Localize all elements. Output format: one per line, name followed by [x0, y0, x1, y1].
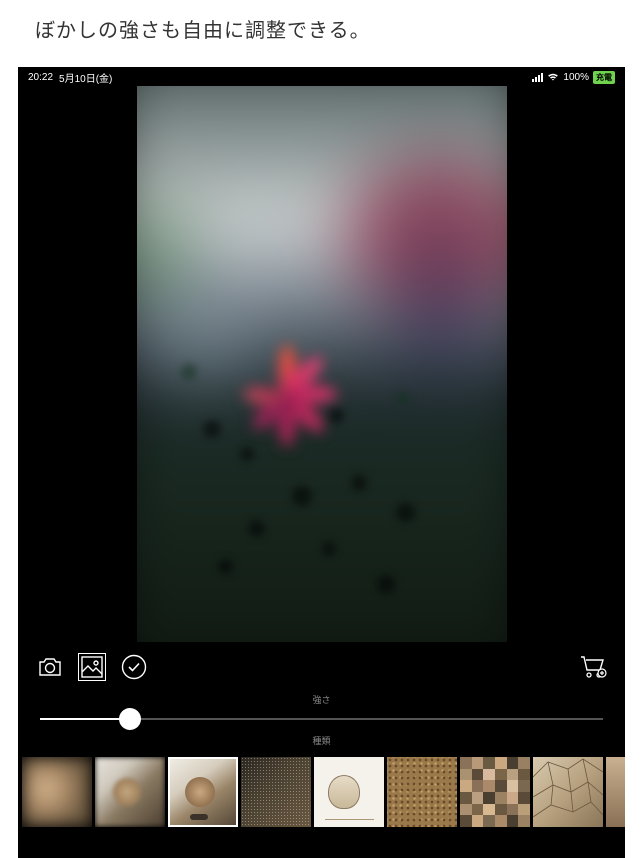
- tool-row: [18, 643, 625, 689]
- battery-badge: 充電: [593, 71, 615, 84]
- cart-button[interactable]: [579, 653, 607, 681]
- status-bar: 20:22 5月10日(金) 100% 充電: [18, 67, 625, 85]
- filter-thumb-7[interactable]: [533, 757, 603, 827]
- camera-button[interactable]: [36, 653, 64, 681]
- filter-thumb-3[interactable]: [241, 757, 311, 827]
- intensity-slider[interactable]: [18, 710, 625, 730]
- filter-thumb-8[interactable]: [606, 757, 625, 827]
- image-canvas[interactable]: [18, 85, 625, 643]
- slider-thumb[interactable]: [119, 708, 141, 730]
- filter-thumb-0[interactable]: [22, 757, 92, 827]
- wifi-icon: [547, 73, 559, 82]
- battery-percent: 100%: [563, 72, 589, 83]
- status-date: 5月10日(金): [59, 70, 112, 85]
- slider-label: 強さ: [18, 689, 625, 710]
- signal-icon: [532, 73, 543, 82]
- page-caption: ぼかしの強さも自由に調整できる。: [0, 0, 643, 67]
- gallery-button[interactable]: [78, 653, 106, 681]
- filter-thumbnails[interactable]: [18, 751, 625, 839]
- status-time: 20:22: [28, 72, 53, 83]
- filter-thumb-5[interactable]: [387, 757, 457, 827]
- filter-thumb-4[interactable]: [314, 757, 384, 827]
- app-screenshot: 20:22 5月10日(金) 100% 充電: [18, 67, 625, 858]
- filter-thumb-2[interactable]: [168, 757, 238, 827]
- filters-label: 種類: [18, 730, 625, 751]
- confirm-button[interactable]: [120, 653, 148, 681]
- preview-image: [137, 86, 507, 642]
- filter-thumb-6[interactable]: [460, 757, 530, 827]
- filter-thumb-1[interactable]: [95, 757, 165, 827]
